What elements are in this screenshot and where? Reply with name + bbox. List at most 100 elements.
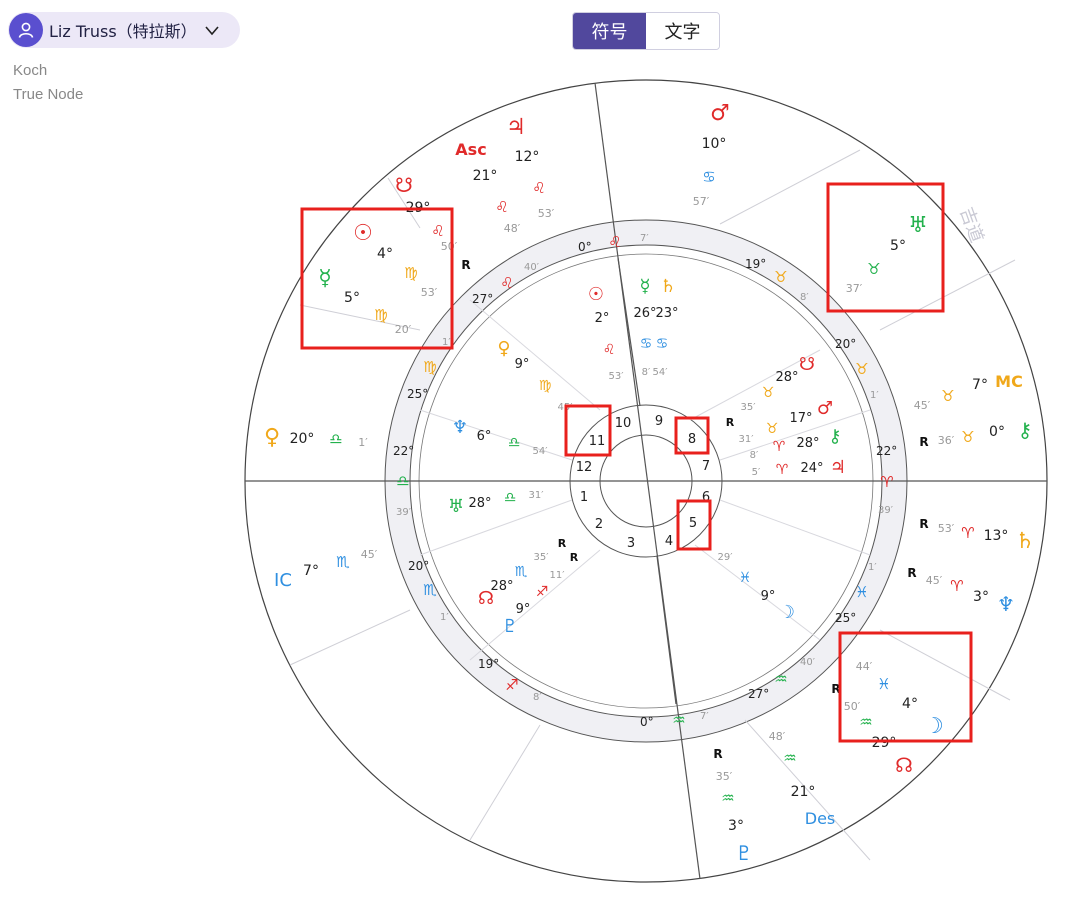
svg-text:53′: 53′ <box>421 286 438 299</box>
svg-text:♒: ♒ <box>672 711 685 729</box>
svg-text:♉: ♉ <box>766 421 779 437</box>
svg-text:♋: ♋ <box>640 336 653 352</box>
svg-text:8′: 8′ <box>533 692 542 703</box>
venus-glyph-outer: ♀ <box>264 425 280 450</box>
svg-text:1′: 1′ <box>440 612 449 623</box>
svg-text:10°: 10° <box>702 136 727 152</box>
svg-text:13°: 13° <box>984 528 1009 544</box>
mars-glyph-inner: ♂ <box>817 398 833 419</box>
svg-text:48′: 48′ <box>769 730 786 743</box>
house-number: 12 <box>576 460 593 475</box>
svg-text:♍: ♍ <box>374 306 387 324</box>
svg-text:45′: 45′ <box>926 574 943 587</box>
uranus-glyph-inner: ♅ <box>448 496 464 517</box>
svg-text:29°: 29° <box>872 735 897 751</box>
svg-text:♉: ♉ <box>774 268 787 286</box>
svg-text:8′: 8′ <box>800 292 809 303</box>
svg-text:21°: 21° <box>791 784 816 800</box>
svg-text:27°: 27° <box>472 292 493 306</box>
svg-text:5°: 5° <box>890 238 906 254</box>
ic-label: IC <box>274 570 292 591</box>
svg-text:♌: ♌ <box>608 233 621 251</box>
watermark: 吉道 <box>955 205 987 246</box>
svg-text:5°: 5° <box>344 290 360 306</box>
svg-text:39′: 39′ <box>396 507 412 518</box>
svg-text:♓: ♓ <box>855 583 868 601</box>
svg-text:9°: 9° <box>516 602 531 617</box>
mars-glyph-outer: ♂ <box>710 101 730 126</box>
svg-text:8′: 8′ <box>750 450 759 461</box>
svg-text:4°: 4° <box>377 246 393 262</box>
retrograde-mark: R <box>726 416 735 429</box>
svg-text:♍: ♍ <box>539 378 552 394</box>
svg-text:♌: ♌ <box>532 179 545 197</box>
svg-text:♋: ♋ <box>656 336 669 352</box>
uranus-glyph-outer: ♅ <box>908 213 928 238</box>
house-cusp-lines <box>245 82 1047 880</box>
neptune-glyph-inner: ♆ <box>452 417 468 438</box>
svg-text:8′: 8′ <box>642 367 651 378</box>
svg-text:4°: 4° <box>902 696 918 712</box>
svg-text:0°: 0° <box>989 424 1005 440</box>
svg-text:31′: 31′ <box>739 434 755 445</box>
moon-glyph-outer: ☽ <box>924 714 944 739</box>
svg-text:7°: 7° <box>972 377 988 393</box>
svg-text:7′: 7′ <box>640 233 649 244</box>
svg-text:♓: ♓ <box>877 675 890 693</box>
svg-text:9°: 9° <box>761 589 776 604</box>
house-number: 7 <box>702 459 710 474</box>
svg-text:54′: 54′ <box>533 446 549 457</box>
house-number: 4 <box>665 534 673 549</box>
svg-text:♌: ♌ <box>431 222 444 240</box>
asc-label: Asc <box>455 140 486 159</box>
house-number: 3 <box>627 536 635 551</box>
svg-text:0°: 0° <box>640 715 654 729</box>
svg-text:26°: 26° <box>633 306 656 321</box>
svg-text:29′: 29′ <box>718 552 734 563</box>
svg-text:21°: 21° <box>473 168 498 184</box>
svg-text:♌: ♌ <box>495 198 508 216</box>
retrograde-mark: R <box>461 258 470 272</box>
svg-text:♒: ♒ <box>721 789 734 807</box>
saturn-glyph-inner: ♄ <box>660 276 676 297</box>
moon-glyph-inner: ☽ <box>779 602 795 623</box>
svg-text:♓: ♓ <box>739 570 752 586</box>
retrograde-mark: R <box>570 551 579 564</box>
svg-text:44′: 44′ <box>856 660 873 673</box>
svg-text:♎: ♎ <box>508 435 521 451</box>
house-number: 1 <box>580 490 588 505</box>
svg-text:37′: 37′ <box>846 282 863 295</box>
sun-glyph-outer: ☉ <box>353 221 373 246</box>
svg-text:0°: 0° <box>578 240 592 254</box>
jupiter-glyph-inner: ♃ <box>830 457 846 478</box>
svg-text:19°: 19° <box>745 257 766 271</box>
svg-text:1′: 1′ <box>870 390 879 401</box>
mc-label: MC <box>995 372 1023 391</box>
svg-text:♈: ♈ <box>773 439 786 455</box>
svg-text:20′: 20′ <box>395 323 412 336</box>
svg-text:36′: 36′ <box>938 434 955 447</box>
svg-text:♒: ♒ <box>859 713 872 731</box>
svg-text:28°: 28° <box>468 496 491 511</box>
neptune-glyph-outer: ♆ <box>997 592 1015 616</box>
svg-text:39′: 39′ <box>878 505 894 516</box>
astrology-chart: 1 2 3 4 5 6 7 8 9 10 11 12 0° 19° 20° 22… <box>244 79 1048 883</box>
svg-text:20°: 20° <box>408 559 429 573</box>
venus-glyph-inner: ♀ <box>497 338 510 359</box>
svg-text:1′: 1′ <box>358 436 368 449</box>
svg-text:♎: ♎ <box>329 430 342 448</box>
svg-text:♈: ♈ <box>776 462 789 478</box>
svg-text:♈: ♈ <box>880 473 893 491</box>
svg-text:♉: ♉ <box>855 360 868 378</box>
svg-text:♐: ♐ <box>536 584 549 600</box>
svg-text:23°: 23° <box>655 306 678 321</box>
retrograde-mark: R <box>558 537 567 550</box>
svg-text:20°: 20° <box>835 337 856 351</box>
svg-text:20°: 20° <box>290 431 315 447</box>
house-number: 11 <box>589 434 606 449</box>
svg-text:31′: 31′ <box>529 490 545 501</box>
svg-text:3°: 3° <box>973 589 989 605</box>
svg-text:35′: 35′ <box>534 552 550 563</box>
svg-text:11′: 11′ <box>550 570 566 581</box>
svg-text:♎: ♎ <box>396 472 409 490</box>
